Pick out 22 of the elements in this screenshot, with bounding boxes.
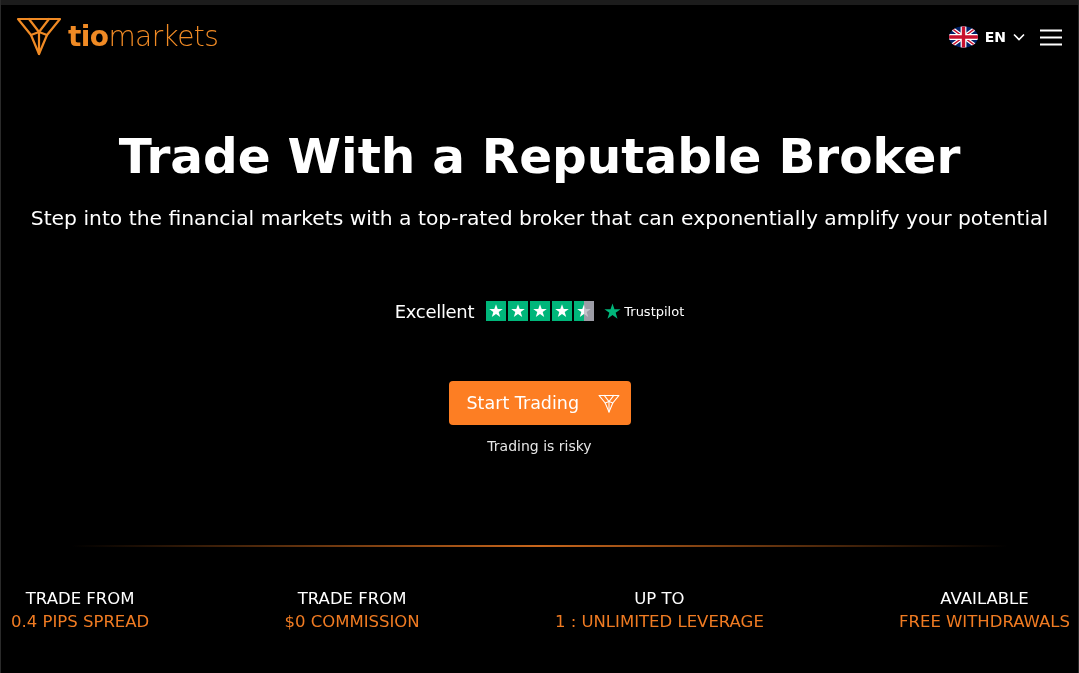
- stat-value: FREE WITHDRAWALS: [899, 611, 1070, 633]
- stat-label: TRADE FROM: [25, 588, 135, 610]
- menu-icon: [1040, 28, 1062, 46]
- menu-button[interactable]: [1040, 28, 1062, 46]
- chevron-down-icon: [1013, 33, 1025, 41]
- logo-link[interactable]: tiomarkets: [16, 16, 219, 56]
- stat-label: AVAILABLE: [940, 588, 1029, 610]
- stat-value: 1 : UNLIMITED LEVERAGE: [554, 611, 764, 633]
- geometric-logo-icon: [597, 393, 620, 413]
- rating-label: Excellent: [394, 300, 475, 322]
- stat-value: 0.4 PIPS SPREAD: [11, 611, 150, 633]
- hero-subtitle: Step into the financial markets with a top-rated broker that can exponentially amplify your potential: [30, 205, 1049, 232]
- stat-value: $0 COMMISSION: [284, 611, 420, 633]
- stat-label: UP TO: [634, 588, 685, 610]
- star-icon: [604, 302, 622, 320]
- stat-label: TRADE FROM: [297, 588, 407, 610]
- hero-title: Trade With a Reputable Broker: [118, 127, 961, 186]
- risk-note: Trading is risky: [487, 437, 592, 456]
- flag-icon: [948, 26, 978, 48]
- review-site-label: Trustpilot: [624, 303, 685, 319]
- language-selector[interactable]: EN: [948, 26, 1025, 48]
- geometric-logo-icon: [16, 16, 62, 56]
